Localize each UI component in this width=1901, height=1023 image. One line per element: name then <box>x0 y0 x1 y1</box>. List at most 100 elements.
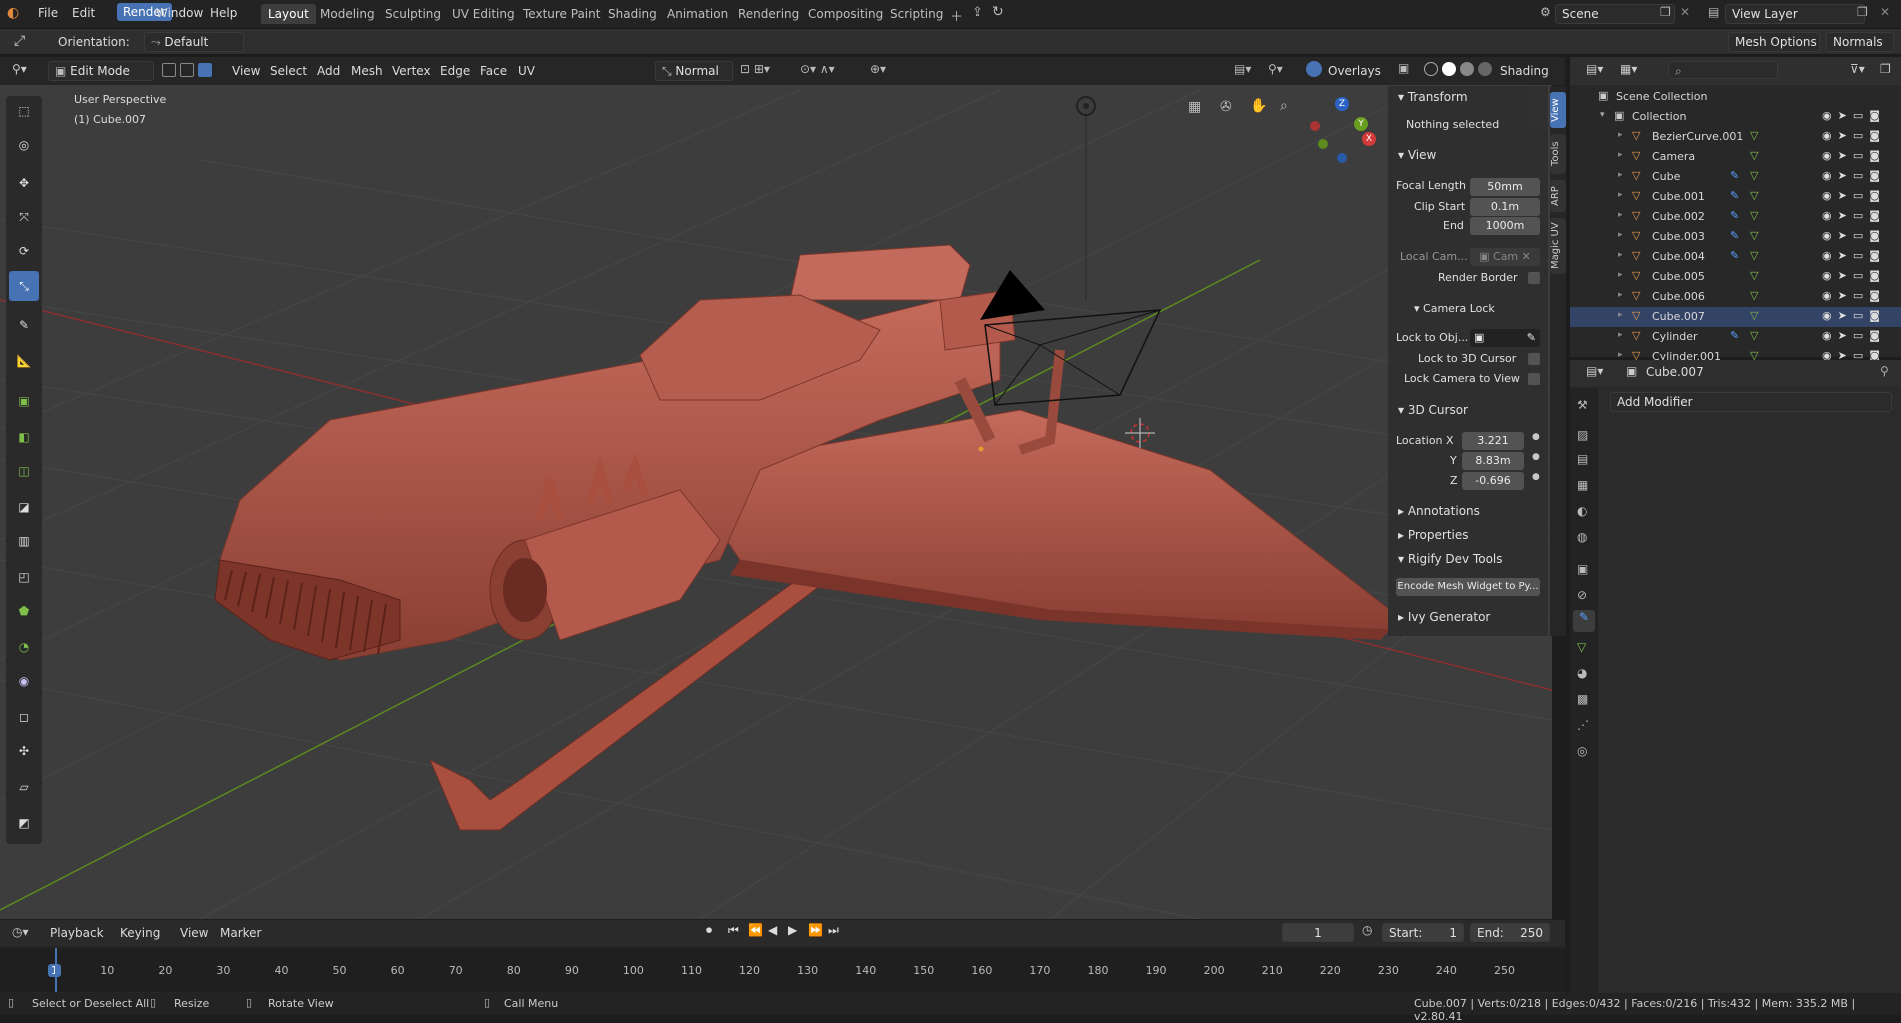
blender-logo-icon[interactable]: ◐ <box>7 5 21 21</box>
rigify-section[interactable]: ▾ Rigify Dev Tools <box>1398 552 1503 566</box>
gizmo-x-icon[interactable]: X <box>1362 132 1376 146</box>
vp-menu-uv[interactable]: UV <box>518 64 535 78</box>
menu-window[interactable]: Window <box>156 6 203 20</box>
outliner-row[interactable]: ▸ ▽ Cube.001 ✎ ▽ ◉➤▭◙ <box>1570 187 1901 207</box>
visibility-icons[interactable]: ◉➤▭◙ <box>1822 209 1886 222</box>
expand-arrow-icon[interactable]: ▸ <box>1618 130 1623 140</box>
properties-section[interactable]: ▸ Properties <box>1398 528 1469 542</box>
mesh-data-icon[interactable]: ▽ <box>1750 189 1758 202</box>
next-keyframe-icon[interactable]: ⏩ <box>808 923 823 937</box>
show-gizmo-icon[interactable]: ⚲▾ <box>1268 62 1283 76</box>
material-props-icon[interactable]: ◕ <box>1577 666 1587 680</box>
mode-dropdown[interactable]: ▣ Edit Mode <box>48 61 154 81</box>
mesh-data-icon[interactable]: ▽ <box>1750 309 1758 322</box>
play-reverse-icon[interactable]: ◀ <box>768 923 777 937</box>
outliner-row[interactable]: ▸ ▽ Cylinder ✎ ▽ ◉➤▭◙ <box>1570 327 1901 347</box>
pin-icon[interactable]: ⚲ <box>1880 364 1889 378</box>
gizmo-neg-x-icon[interactable] <box>1310 121 1320 131</box>
display-mode-icon[interactable]: ▦▾ <box>1620 62 1637 76</box>
cursor-icon[interactable]: ◎ <box>9 130 39 160</box>
visibility-icons[interactable]: ◉➤▭◙ <box>1822 229 1886 242</box>
tab-rendering[interactable]: Rendering <box>738 7 799 21</box>
end-frame-field[interactable]: End: 250 <box>1470 923 1550 942</box>
modifier-wrench-icon[interactable]: ✎ <box>1730 189 1739 202</box>
start-frame-field[interactable]: Start: 1 <box>1382 923 1464 942</box>
location-z-keyframe-icon[interactable]: ● <box>1532 472 1540 482</box>
lock-camera-checkbox[interactable] <box>1528 373 1540 385</box>
new-collection-icon[interactable]: ❐ <box>1880 62 1891 76</box>
current-frame-field[interactable]: 1 <box>1282 923 1354 942</box>
view-layer-close-icon[interactable]: ✕ <box>1880 5 1890 19</box>
overlays-label[interactable]: Overlays <box>1328 64 1381 78</box>
timeline-menu-playback[interactable]: Playback <box>50 926 104 940</box>
focal-length-field[interactable]: 50mm <box>1470 178 1540 196</box>
data-props-icon[interactable]: ▽ <box>1577 640 1586 654</box>
edge-select-icon[interactable] <box>180 63 194 77</box>
loop-cut-icon[interactable]: ▥ <box>9 526 39 556</box>
outliner-row[interactable]: ▸ ▽ Cube.006 ▽ ◉➤▭◙ <box>1570 287 1901 307</box>
properties-editor-icon[interactable]: ▤▾ <box>1586 364 1603 378</box>
view-layer-props-icon[interactable]: ▦ <box>1577 478 1588 492</box>
outliner-row[interactable]: ▸ ▽ Cube.007 ▽ ◉➤▭◙ <box>1570 307 1901 327</box>
jump-start-icon[interactable]: ⏮ <box>728 923 739 938</box>
mesh-data-icon[interactable]: ▽ <box>1750 289 1758 302</box>
3d-viewport[interactable]: User Perspective (1) Cube.007 Z Y X ▦ ✇ … <box>0 57 1552 919</box>
view-layer-copy-icon[interactable]: ❐ <box>1857 5 1868 19</box>
visibility-icons[interactable]: ◉➤▭◙ <box>1822 169 1886 182</box>
rotate-icon[interactable]: ⟳ <box>9 236 39 266</box>
gizmo-neg-z-icon[interactable] <box>1337 153 1347 163</box>
xray-icon[interactable]: ▣ <box>1398 61 1409 75</box>
location-x-keyframe-icon[interactable]: ● <box>1532 432 1540 442</box>
filter-icon[interactable]: ⊽▾ <box>1850 62 1865 76</box>
tab-texture-paint[interactable]: Texture Paint <box>523 7 600 21</box>
location-x-field[interactable]: 3.221 <box>1462 432 1524 450</box>
shading-wireframe-icon[interactable] <box>1424 62 1438 76</box>
jump-end-icon[interactable]: ⏭ <box>828 923 839 938</box>
gizmo-toggle-icon[interactable]: ⊕▾ <box>870 62 886 76</box>
refresh-icon[interactable]: ↻ <box>992 4 1004 20</box>
vp-menu-mesh[interactable]: Mesh <box>351 64 383 78</box>
render-props-icon[interactable]: ▨ <box>1577 428 1588 442</box>
navigation-gizmo[interactable]: Z Y X <box>1310 97 1380 167</box>
shrink-fatten-icon[interactable]: ✣ <box>9 736 39 766</box>
spin-icon[interactable]: ◔ <box>9 632 39 662</box>
mesh-data-icon[interactable]: ▽ <box>1750 169 1758 182</box>
scale-icon[interactable]: ⤡ <box>9 271 39 301</box>
shear-icon[interactable]: ▱ <box>9 772 39 802</box>
poly-build-icon[interactable]: ⬟ <box>9 596 39 626</box>
outliner-row[interactable]: ▸ ▽ Camera ▽ ◉➤▭◙ <box>1570 147 1901 167</box>
location-z-field[interactable]: -0.696 <box>1462 472 1524 490</box>
rip-region-icon[interactable]: ◩ <box>9 808 39 838</box>
shading-material-icon[interactable] <box>1460 62 1474 76</box>
add-workspace-icon[interactable]: ＋ <box>950 6 963 25</box>
expand-arrow-icon[interactable]: ▸ <box>1618 190 1623 200</box>
extrude-icon[interactable]: ◧ <box>9 422 39 452</box>
gizmo-neg-y-icon[interactable] <box>1318 139 1328 149</box>
expand-arrow-icon[interactable]: ▸ <box>1618 250 1623 260</box>
texture-props-icon[interactable]: ▩ <box>1577 692 1588 706</box>
view-layer-icon[interactable]: ▤ <box>1708 5 1719 19</box>
visibility-icons[interactable]: ◉➤▭◙ <box>1822 129 1886 142</box>
menu-help[interactable]: Help <box>210 6 237 20</box>
mesh-data-icon[interactable]: ▽ <box>1750 269 1758 282</box>
transform-orientation-dropdown[interactable]: ⤡ Normal <box>655 61 733 81</box>
move-axis-icon[interactable]: ⤧ <box>9 202 39 232</box>
preview-range-icon[interactable]: ◷ <box>1362 923 1372 937</box>
menu-file[interactable]: File <box>38 6 58 20</box>
timeline-ruler[interactable]: 1102030405060708090100110120130140150160… <box>0 948 1565 992</box>
mesh-data-icon[interactable]: ▽ <box>1750 329 1758 342</box>
smooth-icon[interactable]: ◉ <box>9 666 39 696</box>
mesh-data-icon[interactable]: ▽ <box>1750 149 1758 162</box>
tab-sculpting[interactable]: Sculpting <box>385 7 441 21</box>
collection-visibility-icons[interactable]: ◉➤▭◙ <box>1822 109 1886 122</box>
visibility-icons[interactable]: ◉➤▭◙ <box>1822 269 1886 282</box>
vp-menu-view[interactable]: View <box>232 64 260 78</box>
vp-menu-select[interactable]: Select <box>270 64 307 78</box>
collection-expand-icon[interactable]: ▾ <box>1600 110 1605 120</box>
clip-start-field[interactable]: 0.1m <box>1470 198 1540 216</box>
3d-cursor-section[interactable]: ▾ 3D Cursor <box>1398 403 1468 417</box>
visibility-icons[interactable]: ◉➤▭◙ <box>1822 329 1886 342</box>
shading-label[interactable]: Shading <box>1500 64 1549 78</box>
lock-to-object-field[interactable]: ▣ ✎ <box>1470 329 1540 347</box>
overlays-icon[interactable] <box>1306 61 1322 77</box>
